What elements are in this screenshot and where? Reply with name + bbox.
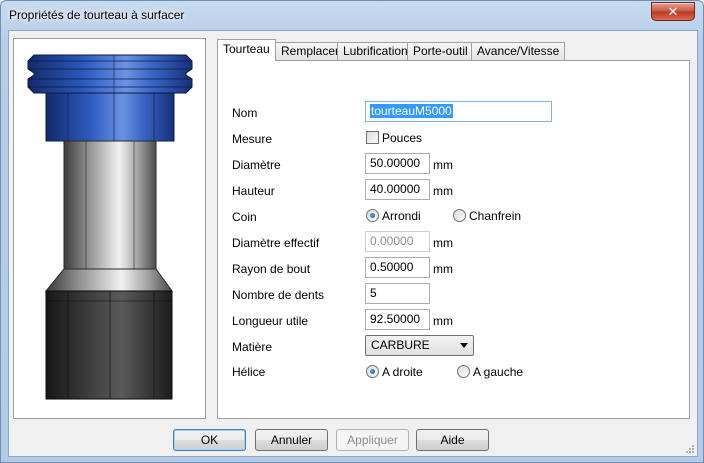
coin-arrondi-radio[interactable] bbox=[366, 209, 379, 222]
rayon-de-bout-label: Rayon de bout bbox=[232, 262, 311, 276]
coin-label: Coin bbox=[232, 210, 257, 224]
annuler-button[interactable]: Annuler bbox=[255, 429, 328, 451]
pouces-checkbox-label[interactable]: Pouces bbox=[382, 131, 422, 145]
mesure-label: Mesure bbox=[232, 132, 273, 146]
dialog-window: Propriétés de tourteau à surfacer ✕ Tour… bbox=[0, 0, 704, 463]
dialog-client-area: Tourteau Remplacer Lubrification Porte-o… bbox=[8, 30, 698, 457]
appliquer-button: Appliquer bbox=[336, 429, 409, 451]
holder-body bbox=[45, 92, 175, 142]
helice-droite-radio[interactable] bbox=[366, 365, 379, 378]
helice-droite-label[interactable]: A droite bbox=[382, 365, 423, 379]
chevron-down-icon bbox=[460, 343, 468, 348]
tab-porte-outil[interactable]: Porte-outil bbox=[407, 42, 474, 60]
rayon-de-bout-unit: mm bbox=[433, 262, 453, 276]
tab-remplacer[interactable]: Remplacer bbox=[275, 42, 346, 60]
face-mill-illustration bbox=[27, 54, 193, 400]
tool-preview bbox=[13, 38, 206, 419]
matiere-label: Matière bbox=[232, 340, 273, 354]
matiere-select-value: CARBURE bbox=[371, 338, 430, 352]
helice-gauche-label[interactable]: A gauche bbox=[473, 365, 523, 379]
tool-shank bbox=[63, 140, 157, 270]
tab-avance-vitesse[interactable]: Avance/Vitesse bbox=[471, 42, 566, 60]
diametre-input[interactable]: 50.00000 bbox=[365, 153, 430, 174]
window-title: Propriétés de tourteau à surfacer bbox=[9, 8, 185, 22]
nom-label: Nom bbox=[232, 106, 258, 120]
tab-lubrification[interactable]: Lubrification bbox=[337, 42, 414, 60]
close-button[interactable]: ✕ bbox=[651, 2, 695, 21]
longueur-utile-input[interactable]: 92.50000 bbox=[365, 309, 430, 330]
nom-input[interactable]: tourteauM5000 bbox=[365, 101, 552, 122]
cutter-head bbox=[45, 290, 173, 400]
helice-gauche-radio[interactable] bbox=[457, 365, 470, 378]
ok-button[interactable]: OK bbox=[173, 429, 246, 451]
diametre-effectif-label: Diamètre effectif bbox=[232, 236, 320, 250]
rayon-de-bout-input[interactable]: 0.50000 bbox=[365, 257, 430, 278]
close-icon: ✕ bbox=[667, 4, 679, 19]
longueur-utile-label: Longueur utile bbox=[232, 314, 309, 328]
diametre-effectif-input: 0.00000 bbox=[365, 231, 430, 252]
hauteur-input[interactable]: 40.00000 bbox=[365, 179, 430, 200]
aide-button[interactable]: Aide bbox=[416, 429, 489, 451]
hauteur-label: Hauteur bbox=[232, 184, 275, 198]
coin-arrondi-label[interactable]: Arrondi bbox=[382, 209, 421, 223]
hauteur-unit: mm bbox=[433, 184, 453, 198]
diametre-effectif-unit: mm bbox=[433, 236, 453, 250]
pouces-checkbox[interactable] bbox=[366, 131, 379, 144]
longueur-utile-unit: mm bbox=[433, 314, 453, 328]
nom-input-value: tourteauM5000 bbox=[370, 104, 453, 118]
diametre-unit: mm bbox=[433, 158, 453, 172]
nombre-de-dents-label: Nombre de dents bbox=[232, 288, 325, 302]
coin-chanfrein-label[interactable]: Chanfrein bbox=[469, 209, 521, 223]
coin-chanfrein-radio[interactable] bbox=[453, 209, 466, 222]
tourteau-panel: Nom tourteauM5000 Mesure Pouces Diamètre… bbox=[217, 60, 690, 419]
nombre-de-dents-input[interactable]: 5 bbox=[365, 283, 430, 304]
title-bar[interactable]: Propriétés de tourteau à surfacer ✕ bbox=[1, 1, 703, 29]
matiere-select[interactable]: CARBURE bbox=[365, 335, 474, 356]
tab-tourteau[interactable]: Tourteau bbox=[217, 39, 276, 61]
tool-taper bbox=[44, 268, 173, 292]
helice-label: Hélice bbox=[232, 365, 266, 379]
diametre-label: Diamètre bbox=[232, 158, 281, 172]
resize-grip-icon[interactable] bbox=[685, 444, 695, 454]
